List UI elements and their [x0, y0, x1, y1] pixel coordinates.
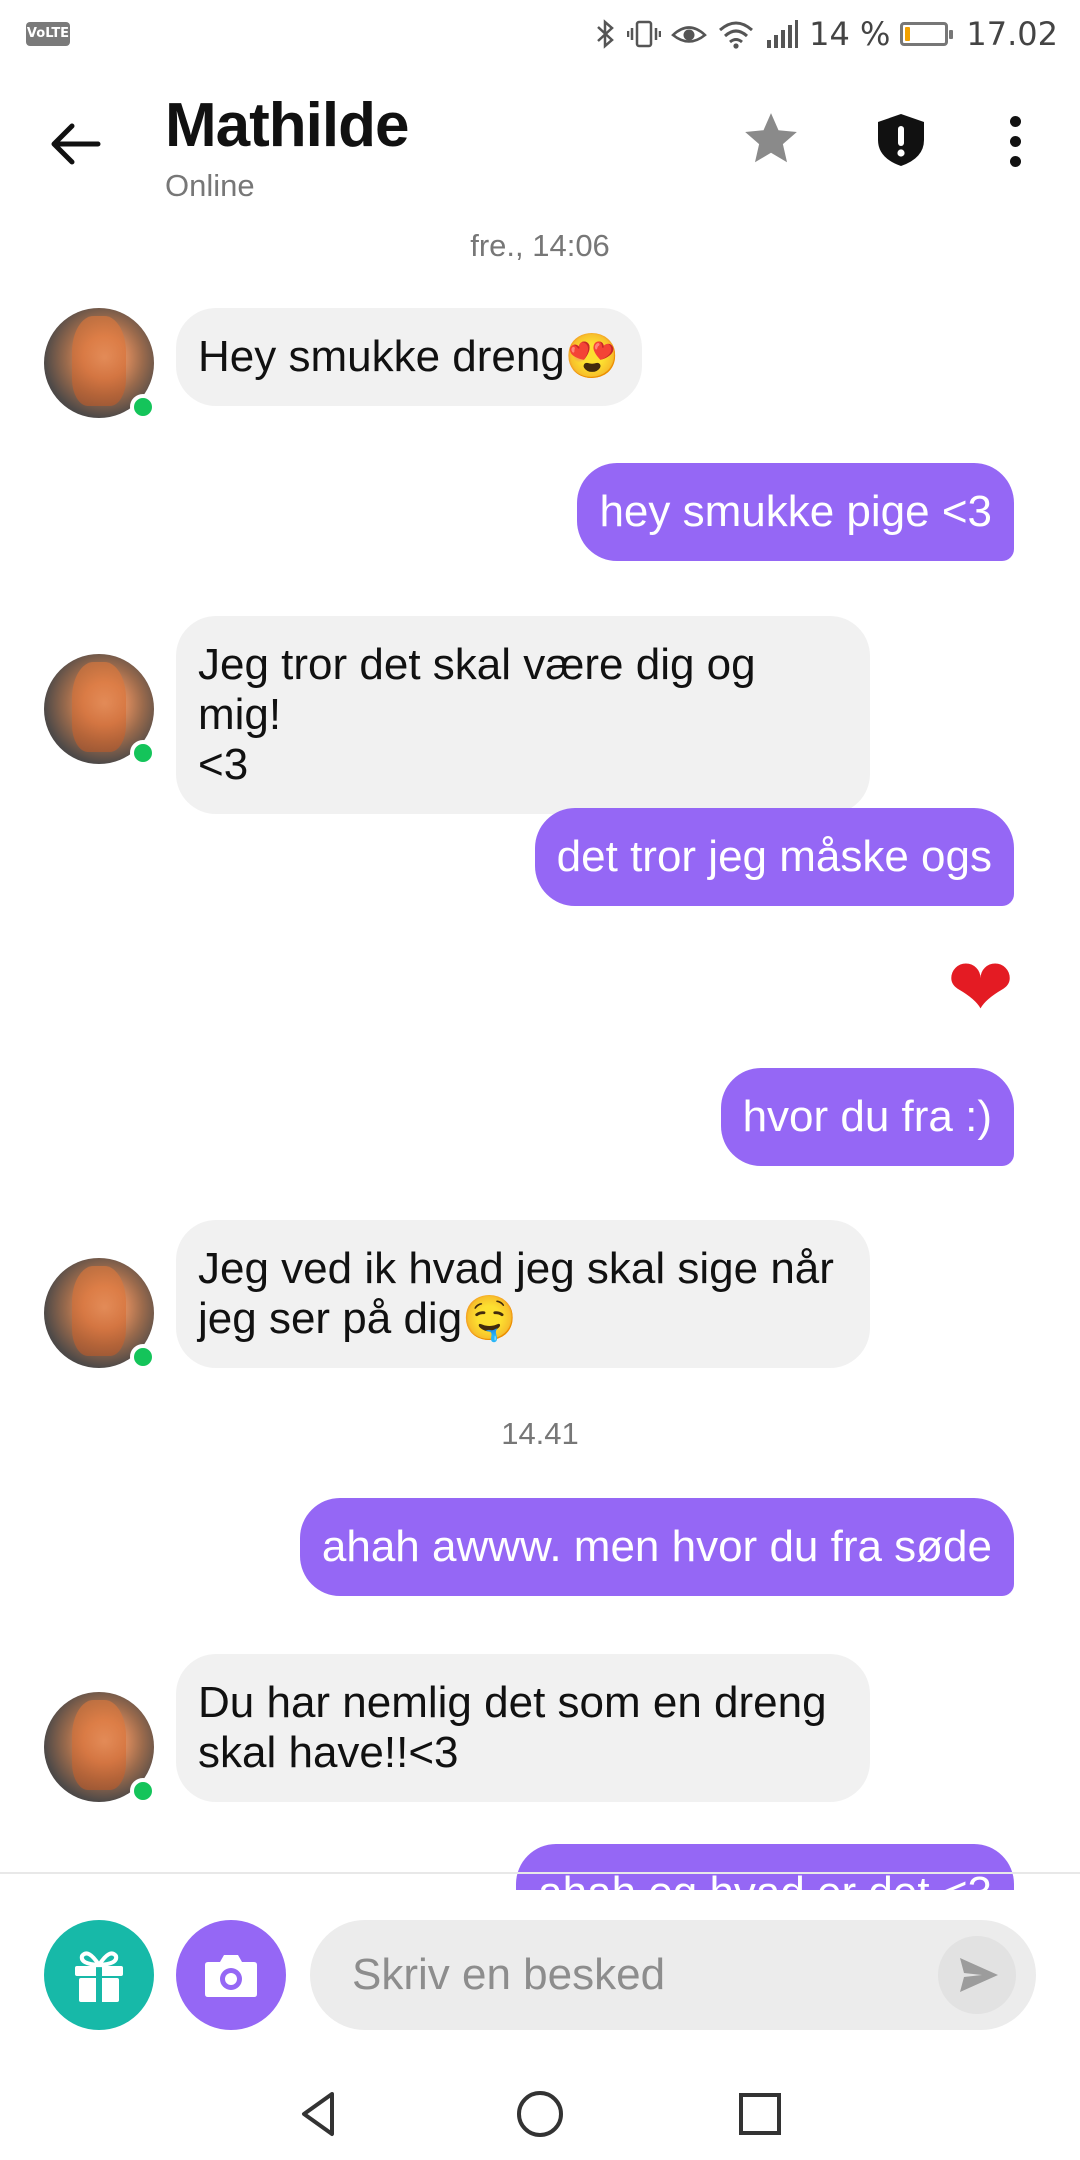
avatar[interactable] [44, 1692, 156, 1804]
back-arrow-icon[interactable] [48, 116, 104, 172]
online-indicator [130, 740, 156, 766]
send-button[interactable] [938, 1936, 1016, 2014]
avatar[interactable] [44, 308, 156, 420]
contact-status: Online [165, 168, 255, 203]
camera-icon [205, 1955, 257, 1997]
message-list[interactable]: fre., 14:06 Hey smukke dreng😍 hey smukke… [0, 218, 1080, 1890]
message-outgoing[interactable]: ahah og hvad er det <3 [516, 1844, 1014, 1890]
eye-icon [671, 26, 707, 43]
gift-button[interactable] [44, 1920, 154, 2030]
contact-name[interactable]: Mathilde [165, 90, 409, 161]
heart-emoji-message[interactable]: ❤ [947, 948, 1014, 1028]
message-outgoing[interactable]: hey smukke pige <3 [577, 463, 1014, 561]
signal-icon [767, 20, 799, 48]
online-indicator [130, 1778, 156, 1804]
message-outgoing[interactable]: hvor du fra :) [720, 1068, 1014, 1166]
message-incoming[interactable]: Jeg ved ik hvad jeg skal sige når jeg se… [176, 1220, 870, 1368]
message-outgoing[interactable]: det tror jeg måske ogs [534, 808, 1014, 906]
timestamp: fre., 14:06 [470, 228, 610, 263]
send-icon [960, 1958, 998, 1992]
timestamp: 14.41 [501, 1416, 579, 1451]
message-incoming[interactable]: Jeg tror det skal være dig og mig! <3 [176, 616, 870, 814]
vibrate-icon [627, 20, 662, 48]
battery-level [905, 27, 911, 41]
star-icon[interactable] [740, 108, 802, 170]
camera-button[interactable] [176, 1920, 286, 2030]
status-bar-right: 14 % 17.02 [595, 14, 1058, 54]
status-time: 17.02 [966, 15, 1058, 53]
message-input[interactable] [310, 1920, 1036, 2030]
shield-alert-icon[interactable] [874, 112, 928, 168]
status-bar: VoLTE 14 % 17.02 [0, 0, 1080, 68]
nav-recents-icon[interactable] [730, 2084, 790, 2144]
volte-icon: VoLTE [26, 22, 70, 46]
gift-icon [75, 1951, 123, 2002]
nav-back-icon[interactable] [290, 2084, 350, 2144]
bluetooth-icon [597, 19, 614, 49]
message-incoming[interactable]: Du har nemlig det som en dreng skal have… [176, 1654, 870, 1802]
message-composer [0, 1890, 1080, 2070]
divider [0, 1872, 1080, 1874]
online-indicator [130, 1344, 156, 1370]
more-vert-icon[interactable] [1010, 116, 1022, 168]
nav-home-icon[interactable] [510, 2084, 570, 2144]
battery-icon [900, 22, 954, 46]
online-indicator [130, 394, 156, 420]
system-navigation-bar [0, 2070, 1080, 2160]
wifi-icon [719, 21, 754, 49]
message-incoming[interactable]: Hey smukke dreng😍 [176, 308, 642, 406]
message-outgoing[interactable]: ahah awww. men hvor du fra søde [299, 1498, 1014, 1596]
chat-header: Mathilde Online [0, 68, 1080, 218]
battery-percent: 14 % [809, 15, 891, 53]
avatar[interactable] [44, 654, 156, 766]
avatar[interactable] [44, 1258, 156, 1370]
